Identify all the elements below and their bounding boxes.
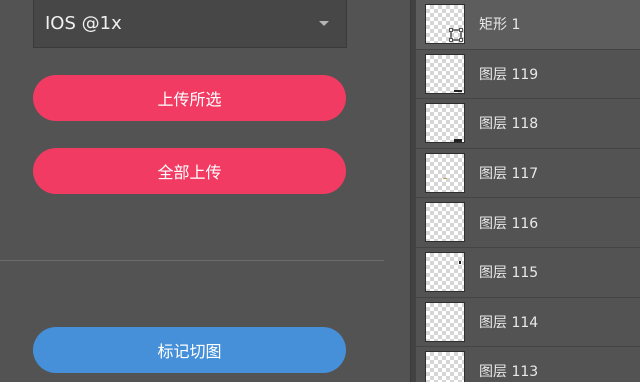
layer-name: 图层 114 <box>479 314 539 331</box>
layer-content-mark <box>443 177 447 179</box>
scale-select-value: IOS @1x <box>45 13 122 34</box>
layer-name: 图层 119 <box>479 66 539 83</box>
upload-all-button[interactable]: 全部上传 <box>33 148 346 194</box>
layer-thumbnail <box>425 152 465 193</box>
layer-name: 图层 118 <box>479 116 539 133</box>
layer-name: 矩形 1 <box>479 17 521 34</box>
layer-name: 图层 113 <box>479 364 539 381</box>
layer-content-mark <box>454 139 462 143</box>
layers-panel: 矩形 1 图层 119 图层 118 图层 117 图层 116 图层 115 … <box>410 0 640 382</box>
layer-row[interactable]: 图层 115 <box>416 247 640 298</box>
mark-slices-label: 标记切图 <box>157 342 222 361</box>
layer-thumbnail <box>425 103 465 144</box>
layer-row[interactable]: 图层 117 <box>416 148 640 199</box>
upload-all-label: 全部上传 <box>157 163 222 182</box>
upload-selected-label: 上传所选 <box>157 90 222 109</box>
export-panel: IOS @1x 上传所选 全部上传 标记切图 <box>0 0 410 382</box>
layer-thumbnail <box>425 301 465 342</box>
mark-slices-button[interactable]: 标记切图 <box>33 327 346 373</box>
scale-select[interactable]: IOS @1x <box>33 0 347 48</box>
layer-name: 图层 117 <box>479 166 539 183</box>
layer-thumbnail <box>425 251 465 292</box>
layer-row[interactable]: 图层 116 <box>416 198 640 248</box>
layer-row[interactable]: 图层 119 <box>416 49 640 100</box>
layer-list: 矩形 1 图层 119 图层 118 图层 117 图层 116 图层 115 … <box>416 0 640 382</box>
layer-thumbnail <box>425 351 465 382</box>
layer-row[interactable]: 图层 113 <box>416 347 640 382</box>
layer-content-mark <box>454 89 462 92</box>
layer-row[interactable]: 图层 114 <box>416 297 640 348</box>
layer-name: 图层 115 <box>479 265 539 282</box>
layer-content-mark <box>459 260 461 264</box>
layer-row-rect-1[interactable]: 矩形 1 <box>416 0 640 50</box>
layer-thumbnail <box>425 4 465 44</box>
layer-thumbnail <box>425 202 465 243</box>
upload-selected-button[interactable]: 上传所选 <box>33 75 346 121</box>
chevron-down-icon[interactable] <box>319 21 329 26</box>
layer-thumbnail <box>425 53 465 94</box>
divider <box>0 260 384 261</box>
layer-name: 图层 116 <box>479 215 539 232</box>
shape-layer-icon <box>449 28 463 42</box>
layer-row[interactable]: 图层 118 <box>416 99 640 149</box>
